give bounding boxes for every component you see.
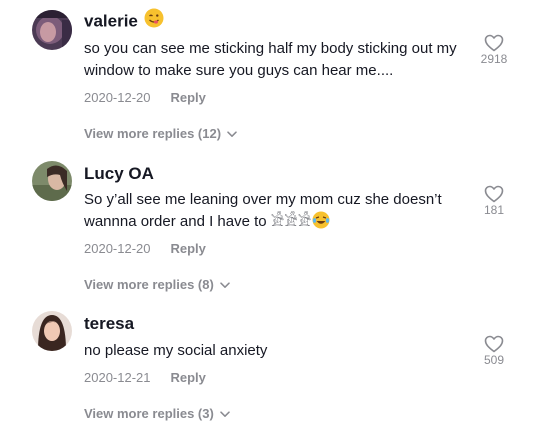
chevron-down-icon <box>227 126 237 141</box>
comment-list: valerie so you can see me sticking half … <box>0 0 544 431</box>
username[interactable]: Lucy OA <box>84 164 154 184</box>
view-more-replies-button[interactable]: View more replies (12) <box>84 126 237 141</box>
avatar[interactable] <box>32 10 72 50</box>
view-more-replies-button[interactable]: View more replies (8) <box>84 277 230 292</box>
like-count: 509 <box>483 353 505 367</box>
comment-date: 2020-12-20 <box>84 241 151 256</box>
comment-meta: 2020-12-21 Reply <box>84 370 206 385</box>
chevron-down-icon <box>220 406 230 421</box>
comment-text: So y’all see me leaning over my mom cuz … <box>84 189 464 236</box>
laughing-tears-emoji-icon <box>312 211 330 236</box>
like-count: 2918 <box>480 52 508 66</box>
view-more-replies-label: View more replies (12) <box>84 126 222 141</box>
reply-button[interactable]: Reply <box>171 370 206 385</box>
like-count: 181 <box>483 203 505 217</box>
username[interactable]: teresa <box>84 314 134 334</box>
username-label: teresa <box>84 314 135 333</box>
heart-outline-icon <box>484 34 504 52</box>
like-button[interactable]: 509 <box>474 335 514 367</box>
heart-outline-icon <box>484 335 504 353</box>
like-button[interactable]: 181 <box>474 185 514 217</box>
view-more-replies-label: View more replies (3) <box>84 406 214 421</box>
avatar[interactable] <box>32 311 72 351</box>
comment-meta: 2020-12-20 Reply <box>84 241 206 256</box>
reply-button[interactable]: Reply <box>171 241 206 256</box>
view-more-replies-button[interactable]: View more replies (3) <box>84 406 230 421</box>
comment-item: teresa no please my social anxiety 2020-… <box>0 311 544 426</box>
username-label: valerie <box>84 11 138 31</box>
like-button[interactable]: 2918 <box>474 34 514 66</box>
chevron-down-icon <box>220 277 230 292</box>
comment-text: no please my social anxiety <box>84 342 268 359</box>
view-more-replies-label: View more replies (8) <box>84 277 214 292</box>
avatar[interactable] <box>32 161 72 201</box>
reply-button[interactable]: Reply <box>171 90 206 105</box>
comment-text-content: So y’all see me leaning over my mom cuz … <box>84 191 442 230</box>
heart-outline-icon <box>484 185 504 203</box>
comment-date: 2020-12-21 <box>84 370 151 385</box>
avatar-image <box>32 161 72 201</box>
comment-item: Lucy OA So y’all see me leaning over my … <box>0 161 544 292</box>
comment-meta: 2020-12-20 Reply <box>84 90 206 105</box>
comment-date: 2020-12-20 <box>84 90 151 105</box>
comment-text: so you can see me sticking half my body … <box>84 40 457 79</box>
yum-face-emoji-icon <box>144 8 164 33</box>
username-label: Lucy OA <box>84 164 154 183</box>
comment-item: valerie so you can see me sticking half … <box>0 8 544 141</box>
username[interactable]: valerie <box>84 8 164 33</box>
avatar-image <box>32 10 72 50</box>
avatar-image <box>32 311 72 351</box>
